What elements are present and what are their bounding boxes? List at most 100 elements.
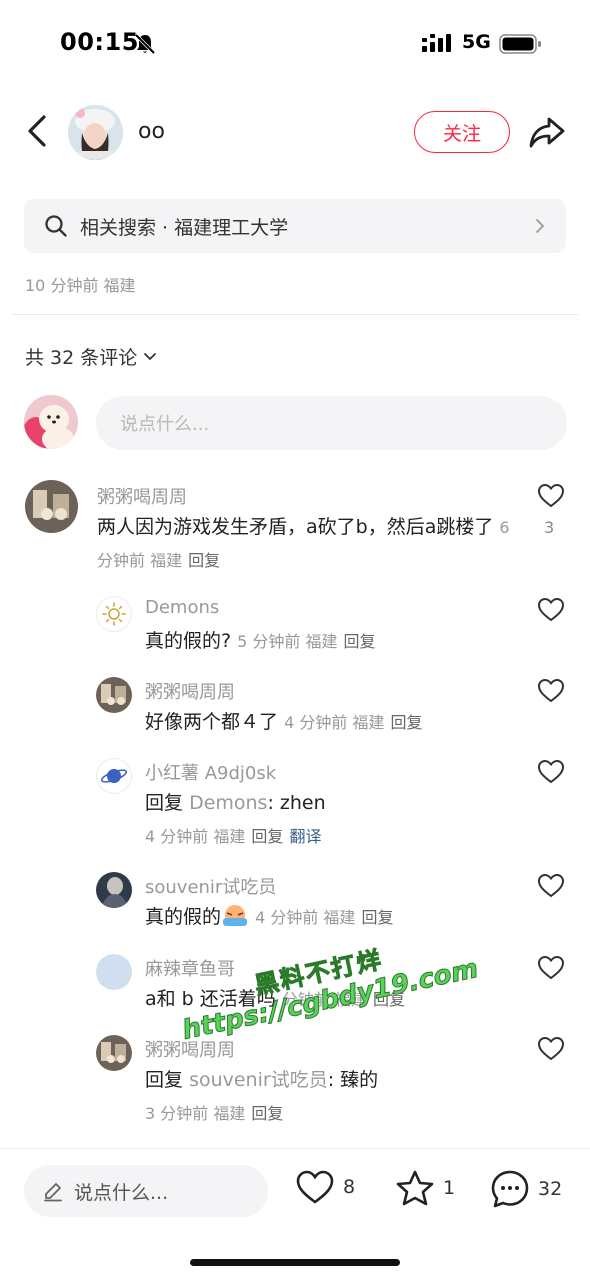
reply-item: 小红薯 A9dj0sk 回复 Demons: zhen 4 分钟前 福建 回复 … <box>0 754 590 854</box>
translate-link[interactable]: 翻译 <box>289 827 321 846</box>
author-avatar[interactable] <box>68 105 123 160</box>
reply-link[interactable]: 回复 <box>251 1104 283 1123</box>
commenter-name[interactable]: 粥粥喝周周 <box>145 678 235 704</box>
comment-bubble-icon <box>491 1170 529 1208</box>
battery-icon <box>499 34 541 54</box>
heart-icon[interactable] <box>537 872 565 900</box>
comment-meta: 5 分钟前 福建 <box>237 632 338 651</box>
share-icon[interactable] <box>527 113 567 151</box>
reply-link[interactable]: 回复 <box>361 908 393 927</box>
follow-button[interactable]: 关注 <box>414 111 510 153</box>
favorite-total: 1 <box>443 1177 456 1199</box>
heart-icon[interactable] <box>537 758 565 786</box>
status-bar: 00:15 5G <box>0 0 590 88</box>
comment-text: 好像两个都４了 <box>145 711 279 733</box>
comment-text: 真的假的 <box>145 906 222 928</box>
comment-text: : 臻的 <box>327 1069 379 1091</box>
reply-item: 麻辣章鱼哥 a和 b 还活着吗 分钟前 福建 回复 <box>0 950 590 1020</box>
comment-total: 32 <box>538 1178 563 1200</box>
my-avatar <box>24 395 78 449</box>
comment-input[interactable]: 说点什么... <box>96 396 567 450</box>
reply-link[interactable]: 回复 <box>188 551 220 570</box>
comment-count-sort[interactable]: 共 32 条评论 <box>25 343 157 370</box>
reply-link[interactable]: 回复 <box>344 632 376 651</box>
network-type: 5G <box>462 31 491 53</box>
cellular-signal-icon <box>422 34 451 52</box>
like-total: 8 <box>343 1176 356 1198</box>
commenter-name[interactable]: Demons <box>145 597 219 618</box>
commenter-avatar[interactable] <box>96 596 132 632</box>
commenter-name[interactable]: 小红薯 A9dj0sk <box>145 759 276 785</box>
bottom-comment-input[interactable]: 说点什么... <box>24 1165 268 1217</box>
heart-icon <box>296 1170 334 1204</box>
reply-link[interactable]: 回复 <box>373 990 405 1009</box>
mention-link[interactable]: souvenir试吃员 <box>189 1069 328 1091</box>
heart-icon[interactable] <box>537 954 565 982</box>
comment-text: a和 b 还活着吗 <box>145 988 276 1010</box>
pencil-icon <box>44 1183 62 1202</box>
commenter-name[interactable]: souvenir试吃员 <box>145 873 276 899</box>
commenter-avatar[interactable] <box>96 954 132 990</box>
comment-action[interactable]: 32 <box>490 1169 562 1209</box>
comment-meta: 分钟前 福建 <box>281 990 367 1009</box>
crying-emoji-icon <box>223 905 248 926</box>
comment-item: 粥粥喝周周 两人因为游戏发生矛盾，a砍了b，然后a跳楼了 6 分钟前 福建 回复… <box>0 478 590 578</box>
mention-link[interactable]: Demons <box>189 792 267 814</box>
comment-text: : zhen <box>267 792 326 814</box>
like-action[interactable]: 8 <box>295 1169 355 1205</box>
post-header: oo 关注 <box>0 95 590 170</box>
reply-prefix: 回复 <box>145 792 184 814</box>
comment-body: 真的假的 4 分钟前 福建 回复 <box>145 901 525 934</box>
like-count: 3 <box>544 518 555 537</box>
reply-item: 粥粥喝周周 好像两个都４了 4 分钟前 福建 回复 <box>0 673 590 743</box>
commenter-name[interactable]: 粥粥喝周周 <box>97 483 187 509</box>
reply-item: Demons 真的假的? 5 分钟前 福建 回复 <box>0 592 590 662</box>
heart-icon[interactable] <box>537 596 565 624</box>
comment-meta: 4 分钟前 福建 <box>145 827 246 846</box>
comment-body: 两人因为游戏发生矛盾，a砍了b，然后a跳楼了 6 分钟前 福建 回复 <box>97 511 517 577</box>
commenter-name[interactable]: 麻辣章鱼哥 <box>145 955 235 981</box>
heart-icon[interactable] <box>537 482 565 510</box>
comment-meta: 4 分钟前 福建 <box>255 908 356 927</box>
star-icon <box>396 1170 434 1206</box>
commenter-avatar[interactable] <box>96 758 132 794</box>
author-name[interactable]: oo <box>138 119 165 144</box>
commenter-avatar[interactable] <box>96 1035 132 1071</box>
reply-prefix: 回复 <box>145 1069 184 1091</box>
comment-body: 好像两个都４了 4 分钟前 福建 回复 <box>145 706 525 739</box>
bell-off-icon <box>134 33 156 55</box>
comment-body: 回复 souvenir试吃员: 臻的 3 分钟前 福建 回复 <box>145 1064 525 1130</box>
chevron-down-icon <box>144 352 157 360</box>
bottom-input-placeholder: 说点什么... <box>74 1181 169 1204</box>
heart-icon[interactable] <box>537 677 565 705</box>
post-timestamp-location: 10 分钟前 福建 <box>25 276 136 295</box>
commenter-avatar[interactable] <box>96 677 132 713</box>
search-icon <box>45 215 67 237</box>
commenter-avatar[interactable] <box>96 872 132 908</box>
bottom-action-bar: 说点什么... 8 1 32 <box>0 1148 590 1280</box>
comment-meta: 3 分钟前 福建 <box>145 1104 246 1123</box>
home-indicator[interactable] <box>190 1259 400 1266</box>
comment-count-label: 共 32 条评论 <box>25 347 138 369</box>
comment-body: 真的假的? 5 分钟前 福建 回复 <box>145 625 525 658</box>
heart-icon[interactable] <box>537 1035 565 1063</box>
chevron-right-icon <box>536 219 544 233</box>
comment-body: a和 b 还活着吗 分钟前 福建 回复 <box>145 983 525 1016</box>
reply-link[interactable]: 回复 <box>251 827 283 846</box>
comment-body: 回复 Demons: zhen 4 分钟前 福建 回复 翻译 <box>145 787 525 853</box>
back-icon[interactable] <box>20 111 54 151</box>
divider <box>12 314 578 315</box>
comment-text: 真的假的? <box>145 630 232 652</box>
reply-item: souvenir试吃员 真的假的 4 分钟前 福建 回复 <box>0 868 590 938</box>
commenter-avatar[interactable] <box>25 480 78 533</box>
reply-item: 粥粥喝周周 回复 souvenir试吃员: 臻的 3 分钟前 福建 回复 <box>0 1031 590 1131</box>
favorite-action[interactable]: 1 <box>395 1169 455 1207</box>
related-search-bar[interactable]: 相关搜索 · 福建理工大学 <box>24 199 566 253</box>
related-search-text: 相关搜索 · 福建理工大学 <box>80 216 289 239</box>
planet-icon <box>100 769 128 783</box>
sun-icon <box>102 602 126 626</box>
reply-link[interactable]: 回复 <box>390 713 422 732</box>
comment-text: 两人因为游戏发生矛盾，a砍了b，然后a跳楼了 <box>97 516 494 538</box>
status-time: 00:15 <box>60 28 139 56</box>
commenter-name[interactable]: 粥粥喝周周 <box>145 1036 235 1062</box>
